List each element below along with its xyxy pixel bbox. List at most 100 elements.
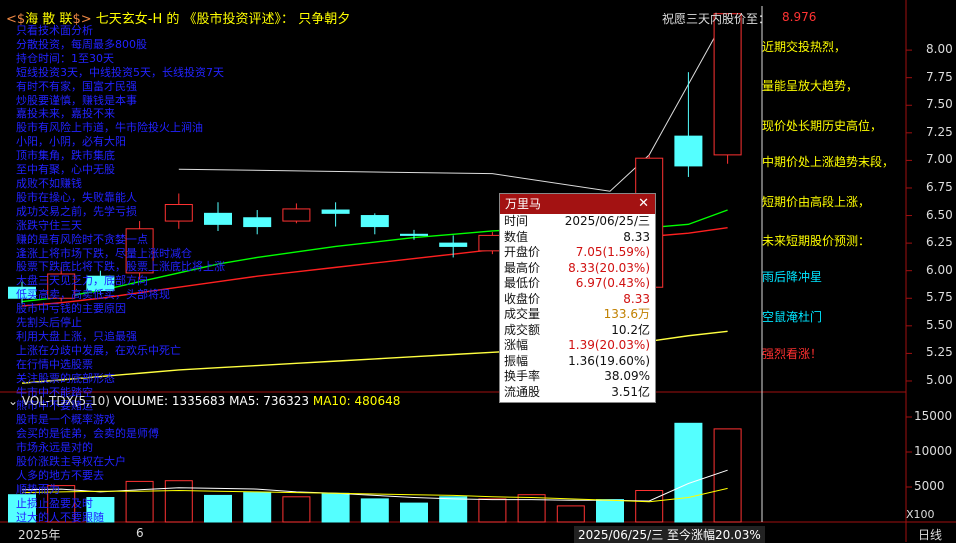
price-tick-label: 6.00: [926, 262, 953, 277]
info-row-label: 成交额: [504, 322, 541, 337]
info-row: 最高价 8.33(20.03%): [500, 261, 655, 277]
price-tick-label: 6.50: [926, 207, 953, 222]
note-line: 分散投资，每周最多800股: [16, 37, 147, 51]
volume-bar: [517, 494, 546, 523]
note-line: 短线投资3天，中线投资5天，长线投资7天: [16, 65, 224, 79]
info-row: 数值 8.33: [500, 230, 655, 246]
volume-bar: [321, 492, 350, 523]
info-row-value: 1.39(20.03%): [568, 338, 650, 352]
candle-body: [321, 209, 350, 214]
volume-ma5: MA5: 736323: [229, 394, 310, 408]
info-row-value: 8.33(20.03%): [568, 260, 650, 275]
note-line: 股市是一个概率游戏: [16, 413, 115, 427]
note-line: 大盘三天见乏力，底部方向: [16, 274, 148, 288]
info-row: 时间 2025/06/25/三: [500, 214, 655, 230]
note-line: 先割头后停止: [16, 316, 82, 330]
volume-bar: [635, 490, 664, 523]
info-row: 成交额 10.2亿: [500, 323, 655, 339]
info-row: 换手率 38.09%: [500, 369, 655, 385]
note-line: 股价涨跌主导权在大户: [16, 455, 126, 469]
close-icon[interactable]: ✕: [638, 194, 649, 214]
note-line: 持仓时间：1至30天: [16, 51, 114, 65]
volume-bar: [360, 498, 389, 523]
note-line: 涨跌守住三天: [16, 218, 82, 232]
price-tick-label: 8.00: [926, 42, 953, 57]
info-row-value: 38.09%: [604, 369, 650, 383]
note-line: 成败不如赚钱: [16, 176, 82, 190]
volume-tick-label: 10000: [914, 444, 953, 458]
info-row-label: 收盘价: [504, 291, 541, 306]
forecast-annotation: 强烈看涨！: [762, 347, 823, 361]
volume-bar: [674, 422, 703, 523]
info-row-value: 3.51亿: [611, 384, 650, 399]
info-row-value: 8.33: [623, 291, 650, 306]
x-label-month: 6: [136, 526, 144, 540]
note-line: 在行情中选股票: [16, 357, 93, 371]
note-line: 小阳，小阴，必有大阳: [16, 135, 126, 149]
info-row-label: 振幅: [504, 353, 529, 368]
info-panel-header[interactable]: 万里马 ✕: [500, 194, 655, 214]
date-cursor: 2025/06/25/三 至今涨幅20.03%: [574, 526, 765, 543]
candle-body: [360, 215, 389, 228]
note-line: 至中有聚，心中无股: [16, 163, 115, 177]
note-line: 过大的人不要跟随: [16, 510, 104, 524]
forecast-annotation: 量能呈放大趋势，: [762, 79, 859, 93]
forecast-annotation: 现价处长期历史高位，: [762, 119, 883, 133]
info-row-label: 流通股: [504, 384, 541, 399]
info-row-value: 1.36(19.60%): [568, 353, 650, 368]
volume-ma10: MA10: 480648: [312, 394, 401, 408]
volume-unit: X100: [906, 508, 935, 521]
wish-value: 8.976: [782, 10, 817, 24]
wish-label: 祝愿三天内股价至：: [662, 12, 771, 26]
price-tick-label: 7.25: [926, 124, 953, 139]
volume-bar: [713, 428, 742, 523]
forecast-annotation: 中期价处上涨趋势末段，: [762, 155, 895, 169]
forecast-annotation: 近期交投热烈，: [762, 40, 847, 54]
note-line: 市场永远是对的: [16, 441, 93, 455]
note-line: 关注股票的底部形态: [16, 371, 115, 385]
forecast-annotation: 短期价由高段上涨，: [762, 195, 871, 209]
candle-body: [439, 242, 468, 247]
info-row-value: 7.05(1.59%): [575, 245, 650, 259]
note-line: 人多的地方不要去: [16, 469, 104, 482]
period-label[interactable]: 日线: [918, 526, 942, 543]
forecast-annotation: 空鼠淹杜门: [762, 310, 823, 324]
note-line: 利用大盘上涨，只追最强: [16, 329, 137, 343]
volume-bar: [596, 499, 624, 523]
info-panel[interactable]: 万里马 ✕ 时间 2025/06/25/三 数值 8.33 开盘价 7.05(1.59%)…: [499, 193, 656, 403]
candle-body: [674, 135, 703, 167]
forecast-annotation: 雨后降冲星: [762, 270, 823, 284]
info-row-label: 换手率: [504, 369, 541, 383]
note-line: 成功交易之前，先学亏损: [16, 204, 137, 218]
info-row-value: 133.6万: [603, 307, 650, 321]
info-row-value: 8.33: [623, 229, 650, 244]
note-line: 股市有风险上市道，牛市险投火上涧油: [16, 121, 203, 135]
volume-indicator[interactable]: VOL-TDX(5,10): [22, 394, 110, 408]
info-row-label: 数值: [504, 229, 529, 244]
info-row: 开盘价 7.05(1.59%): [500, 245, 655, 261]
price-tick-label: 5.50: [926, 317, 953, 332]
note-line: 炒股要谨慎，赚钱是本事: [16, 93, 137, 107]
info-row: 最低价 6.97(0.43%): [500, 276, 655, 292]
note-line: 赚的是有风险时不贪婪一点: [16, 232, 148, 246]
info-row-label: 涨幅: [504, 338, 529, 352]
volume-tick-label: 15000: [914, 409, 953, 423]
price-tick-label: 7.50: [926, 97, 953, 112]
note-line: 只看技术面分析: [16, 24, 93, 37]
note-line: 会买的是徒弟，会卖的是师傅: [16, 427, 159, 441]
volume-toggle-icon[interactable]: ⌄: [8, 394, 18, 408]
volume-tick-label: 5000: [914, 479, 945, 493]
price-tick-label: 7.00: [926, 152, 953, 167]
note-line: 有时不有家，国富才民强: [16, 79, 137, 93]
note-line: 低买高卖，高卖低买，头部将现: [16, 288, 170, 302]
price-tick-label: 6.25: [926, 235, 953, 250]
info-row-label: 最低价: [504, 276, 541, 290]
note-line: 顺势而为: [16, 482, 60, 496]
volume-bar: [400, 502, 428, 523]
info-row-label: 最高价: [504, 260, 541, 275]
volume-header: ⌄ VOL-TDX(5,10) VOLUME: 1335683 MA5: 736…: [8, 394, 400, 408]
price-tick-label: 5.00: [926, 372, 953, 387]
note-line: 股市中亏钱的主要原因: [16, 302, 126, 316]
candle-body: [400, 233, 428, 236]
info-row-value: 2025/06/25/三: [564, 214, 650, 228]
